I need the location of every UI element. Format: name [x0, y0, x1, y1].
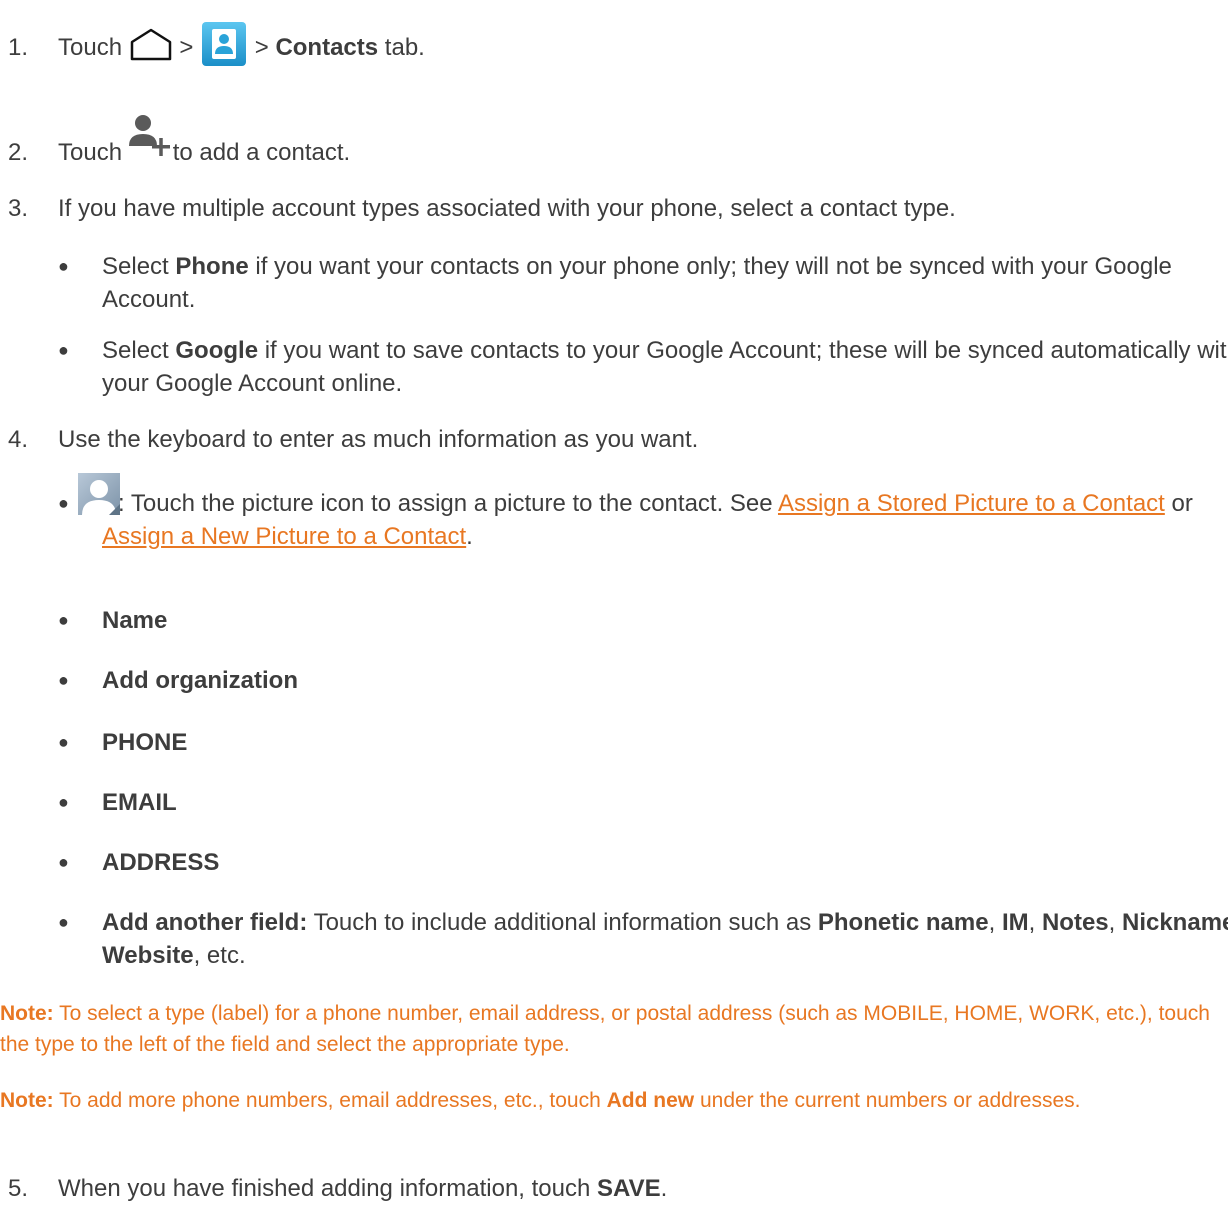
- list-item-email-field: ● EMAIL: [58, 786, 1228, 819]
- bullet: ●: [58, 610, 69, 630]
- note-label: Note:: [0, 1002, 54, 1025]
- step-number: 4.: [8, 426, 29, 453]
- step-number: 5.: [8, 1175, 29, 1202]
- list-item-google: ● Select Google if you want to save cont…: [58, 334, 1228, 400]
- bullet: ●: [58, 852, 69, 872]
- link-new-picture[interactable]: Assign a New Picture to a Contact: [102, 523, 466, 550]
- step-1: 1. Touch > > Contacts tab.: [8, 20, 1218, 77]
- list-item-another-field: ● Add another field: Touch to include ad…: [58, 906, 1228, 972]
- step-5: 5. When you have finished adding informat…: [8, 1172, 1218, 1205]
- contacts-app-icon: [200, 20, 248, 77]
- bullet: ●: [58, 732, 69, 752]
- link-stored-picture[interactable]: Assign a Stored Picture to a Contact: [778, 490, 1165, 517]
- contact-picture-icon[interactable]: [78, 473, 120, 524]
- list-item-address-field: ● ADDRESS: [58, 846, 1228, 879]
- list-item-organization: ● Add organization: [58, 664, 1228, 697]
- step-number: 1.: [8, 33, 29, 61]
- save-label: SAVE: [597, 1175, 661, 1202]
- step-4: 4. Use the keyboard to enter as much info…: [8, 423, 1218, 456]
- step-number: 3.: [8, 195, 29, 222]
- add-contact-icon: [128, 114, 173, 171]
- note-type-label: Note: To select a type (label) for a pho…: [0, 1002, 1210, 1056]
- bullet: ●: [58, 912, 69, 932]
- step-number: 2.: [8, 139, 29, 166]
- home-icon: [129, 27, 173, 70]
- note-label: Note:: [0, 1089, 54, 1112]
- bullet: ●: [58, 340, 69, 360]
- step-2: 2. Touch to add a contact.: [8, 115, 1218, 171]
- contacts-tab-label: Contacts: [275, 33, 379, 61]
- list-item-picture: ● : Touch the picture icon to assign a p…: [58, 473, 1228, 553]
- list-item-phone: ● Select Phone if you want your contacts…: [58, 250, 1228, 316]
- bullet: ●: [58, 670, 69, 690]
- list-item-phone-field: ● PHONE: [58, 726, 1228, 759]
- bullet: ●: [58, 256, 69, 276]
- bullet: ●: [58, 792, 69, 812]
- step-3: 3. If you have multiple account types ass…: [8, 192, 1218, 225]
- list-item-name: ● Name: [58, 604, 1228, 637]
- step-text: Touch: [58, 33, 123, 61]
- note-add-new: Note: To add more phone numbers, email a…: [0, 1089, 1081, 1112]
